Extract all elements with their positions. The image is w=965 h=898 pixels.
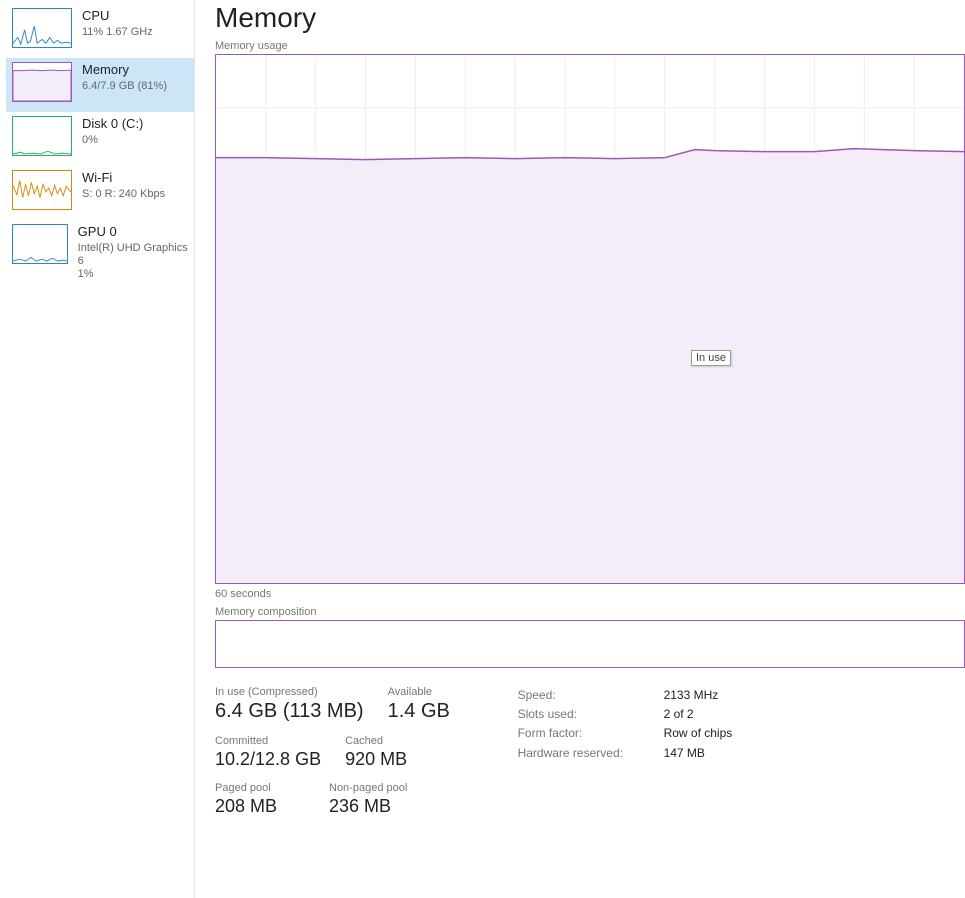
composition-label: Memory composition <box>215 606 965 618</box>
sidebar-wifi-sub: S: 0 R: 240 Kbps <box>82 188 165 201</box>
spec-row: Slots used: 2 of 2 <box>518 705 733 724</box>
in-use-label: In use (Compressed) <box>215 686 364 698</box>
nonpaged-label: Non-paged pool <box>329 782 419 794</box>
wifi-thumbnail-icon <box>12 170 72 210</box>
paged-value: 208 MB <box>215 796 305 817</box>
sidebar-cpu-title: CPU <box>82 8 153 24</box>
spec-row: Speed: 2133 MHz <box>518 686 733 705</box>
nonpaged-value: 236 MB <box>329 796 419 817</box>
usage-label: Memory usage <box>215 40 965 52</box>
sidebar-gpu-title: GPU 0 <box>78 224 188 240</box>
gpu-thumbnail-icon <box>12 224 68 264</box>
in-use-value: 6.4 GB (113 MB) <box>215 700 364 723</box>
cached-label: Cached <box>345 735 435 747</box>
main-panel: Memory Memory usage <box>195 0 965 898</box>
memory-composition-bar <box>215 620 965 668</box>
chart-axis-label: 60 seconds <box>215 588 965 600</box>
sidebar-item-cpu[interactable]: CPU 11% 1.67 GHz <box>6 4 194 58</box>
cached-value: 920 MB <box>345 749 435 770</box>
sidebar-memory-sub: 6.4/7.9 GB (81%) <box>82 80 167 93</box>
sidebar-item-memory[interactable]: Memory 6.4/7.9 GB (81%) <box>6 58 194 112</box>
committed-value: 10.2/12.8 GB <box>215 749 321 770</box>
memory-thumbnail-icon <box>12 62 72 102</box>
memory-usage-chart: In use <box>215 54 965 584</box>
sidebar: CPU 11% 1.67 GHz Memory 6.4/7.9 GB (81%)… <box>0 0 195 898</box>
available-value: 1.4 GB <box>388 700 478 723</box>
disk-thumbnail-icon <box>12 116 72 156</box>
spec-row: Form factor: Row of chips <box>518 724 733 743</box>
sidebar-item-gpu[interactable]: GPU 0 Intel(R) UHD Graphics 6 1% <box>6 220 194 291</box>
sidebar-memory-title: Memory <box>82 62 167 78</box>
committed-label: Committed <box>215 735 321 747</box>
sidebar-cpu-sub: 11% 1.67 GHz <box>82 26 153 39</box>
paged-label: Paged pool <box>215 782 305 794</box>
chart-tooltip: In use <box>691 350 731 366</box>
sidebar-item-disk[interactable]: Disk 0 (C:) 0% <box>6 112 194 166</box>
available-label: Available <box>388 686 478 698</box>
sidebar-item-wifi[interactable]: Wi-Fi S: 0 R: 240 Kbps <box>6 166 194 220</box>
cpu-thumbnail-icon <box>12 8 72 48</box>
stats-section: In use (Compressed) 6.4 GB (113 MB) Avai… <box>215 686 965 817</box>
sidebar-disk-sub: 0% <box>82 134 143 147</box>
spec-row: Hardware reserved: 147 MB <box>518 744 733 763</box>
page-title: Memory <box>215 2 965 34</box>
sidebar-wifi-title: Wi-Fi <box>82 170 165 186</box>
sidebar-gpu-sub: Intel(R) UHD Graphics 6 1% <box>78 242 188 282</box>
spec-table: Speed: 2133 MHz Slots used: 2 of 2 Form … <box>518 686 733 817</box>
sidebar-disk-title: Disk 0 (C:) <box>82 116 143 132</box>
